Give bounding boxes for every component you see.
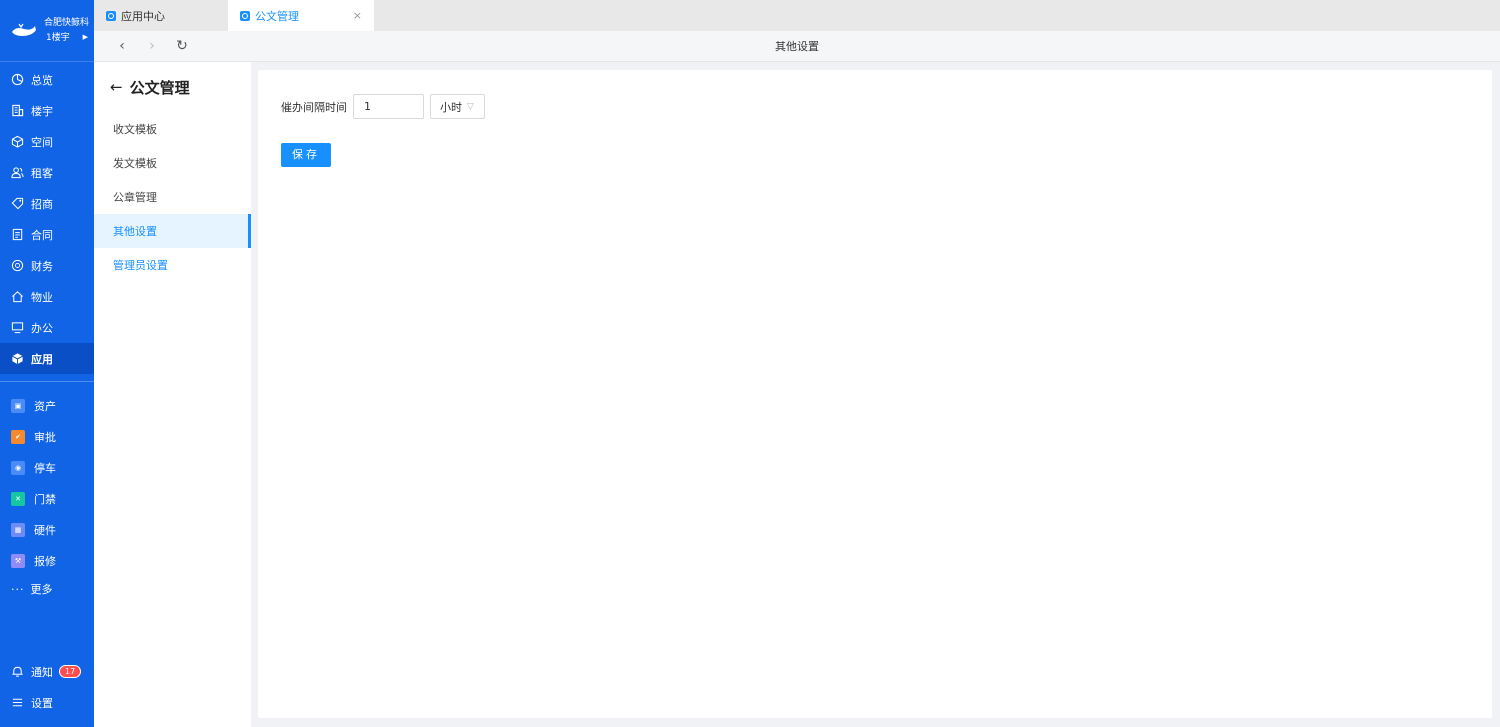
document-tab-icon — [240, 10, 250, 21]
reminder-interval-row: 催办间隔时间 1 小时 ▽ — [281, 94, 485, 119]
submenu-item-receive-template[interactable]: 收文模板 — [94, 112, 251, 146]
nav-item-investment[interactable]: 招商 — [0, 188, 94, 219]
home-icon — [12, 291, 23, 303]
parking-app-icon: ◉ — [11, 460, 25, 475]
nav-item-apps[interactable]: 应用 — [0, 343, 94, 374]
users-icon — [11, 167, 24, 179]
save-button[interactable]: 保存 — [281, 143, 331, 167]
hardware-app-icon: ▦ — [11, 522, 25, 537]
nav-item-contract[interactable]: 合同 — [0, 219, 94, 250]
document-icon — [12, 228, 23, 241]
settings-panel: 催办间隔时间 1 小时 ▽ 保存 — [258, 70, 1492, 718]
app-label: 停车 — [34, 461, 56, 475]
company-name: 合肥快鲸科 — [44, 17, 90, 28]
back-button[interactable]: ‹ — [107, 38, 137, 54]
app-item-approval[interactable]: ✔ 审批 — [0, 421, 94, 452]
brand-switcher[interactable]: 合肥快鲸科 1楼宇 ▶ — [0, 0, 94, 62]
app-item-access-control[interactable]: ✕ 门禁 — [0, 483, 94, 514]
forward-button[interactable]: › — [137, 38, 167, 54]
reminder-interval-input[interactable]: 1 — [353, 94, 424, 119]
nav-divider — [0, 381, 94, 382]
document-submenu: ← 公文管理 收文模板 发文模板 公章管理 其他设置 管理员设置 — [94, 62, 251, 727]
coin-icon — [11, 259, 24, 272]
cube-icon — [11, 135, 24, 148]
refresh-button[interactable]: ↻ — [167, 38, 197, 54]
nav-label: 物业 — [31, 290, 53, 304]
nav-label: 楼宇 — [31, 104, 53, 118]
app-item-repair[interactable]: ⚒ 报修 — [0, 545, 94, 576]
reminder-interval-label: 催办间隔时间 — [281, 100, 347, 114]
repair-app-icon: ⚒ — [11, 553, 25, 568]
menu-icon — [12, 698, 23, 707]
nav-item-building[interactable]: 楼宇 — [0, 95, 94, 126]
nav-item-space[interactable]: 空间 — [0, 126, 94, 157]
notifications[interactable]: 通知 17 — [0, 656, 94, 687]
submenu-item-send-template[interactable]: 发文模板 — [94, 146, 251, 180]
nav-item-finance[interactable]: 财务 — [0, 250, 94, 281]
submenu-header: ← 公文管理 — [94, 62, 251, 112]
more-label: 更多 — [30, 583, 53, 596]
app-label: 门禁 — [34, 492, 56, 506]
main-sidebar: 合肥快鲸科 1楼宇 ▶ 总览 楼宇 空间 租客 招商 合同 财务 物业 办公 应… — [0, 0, 94, 727]
settings-label: 设置 — [31, 696, 53, 710]
app-item-parking[interactable]: ◉ 停车 — [0, 452, 94, 483]
tag-icon — [11, 197, 24, 210]
submenu-title: 公文管理 — [129, 78, 190, 97]
tab-app-center[interactable]: 应用中心 — [94, 0, 228, 31]
approval-app-icon: ✔ — [11, 429, 25, 444]
nav-item-property[interactable]: 物业 — [0, 281, 94, 312]
unit-value: 小时 — [440, 100, 462, 114]
nav-label: 空间 — [31, 135, 53, 149]
nav-label: 租客 — [31, 166, 53, 180]
more-apps[interactable]: ··· 更多 — [0, 576, 94, 602]
nav-item-tenants[interactable]: 租客 — [0, 157, 94, 188]
nav-item-overview[interactable]: 总览 — [0, 64, 94, 95]
settings[interactable]: 设置 — [0, 687, 94, 718]
back-arrow-icon[interactable]: ← — [110, 78, 123, 96]
whale-logo-icon — [12, 23, 36, 36]
submenu-item-admin-settings[interactable]: 管理员设置 — [94, 248, 251, 282]
page-toolbar: ‹ › ↻ 其他设置 — [94, 31, 1500, 62]
access-control-app-icon: ✕ — [11, 491, 25, 506]
app-item-hardware[interactable]: ▦ 硬件 — [0, 514, 94, 545]
app-item-assets[interactable]: ▣ 资产 — [0, 390, 94, 421]
page-title: 其他设置 — [775, 40, 819, 53]
app-center-tab-icon — [106, 10, 116, 21]
notification-count-badge: 17 — [59, 665, 82, 678]
tab-bar: 应用中心 公文管理 × — [94, 0, 1500, 31]
submenu-item-seal-management[interactable]: 公章管理 — [94, 180, 251, 214]
nav-label: 应用 — [31, 352, 53, 366]
submenu-item-other-settings[interactable]: 其他设置 — [94, 214, 251, 248]
nav-item-office[interactable]: 办公 — [0, 312, 94, 343]
app-label: 报修 — [34, 554, 56, 568]
nav-label: 办公 — [31, 321, 53, 335]
bell-icon — [12, 666, 23, 677]
close-icon[interactable]: × — [353, 9, 362, 22]
app-label: 资产 — [34, 399, 56, 413]
notify-label: 通知 — [31, 665, 53, 679]
chevron-down-icon: ▽ — [467, 101, 474, 112]
nav-label: 招商 — [31, 197, 53, 211]
more-dots-icon: ··· — [11, 582, 25, 596]
interval-unit-select[interactable]: 小时 ▽ — [430, 94, 485, 119]
nav-label: 财务 — [31, 259, 53, 273]
app-label: 硬件 — [34, 523, 56, 537]
tab-document-management[interactable]: 公文管理 × — [228, 0, 374, 31]
app-cube-icon — [12, 353, 23, 365]
caret-right-icon: ▶ — [82, 33, 88, 41]
tab-label: 应用中心 — [121, 9, 165, 23]
app-label: 审批 — [34, 430, 56, 444]
nav-label: 总览 — [31, 73, 53, 87]
assets-app-icon: ▣ — [11, 398, 25, 413]
monitor-icon — [11, 322, 24, 334]
building-icon — [12, 104, 24, 117]
dashboard-icon — [11, 73, 24, 86]
tab-label: 公文管理 — [255, 9, 299, 23]
nav-label: 合同 — [31, 228, 53, 242]
